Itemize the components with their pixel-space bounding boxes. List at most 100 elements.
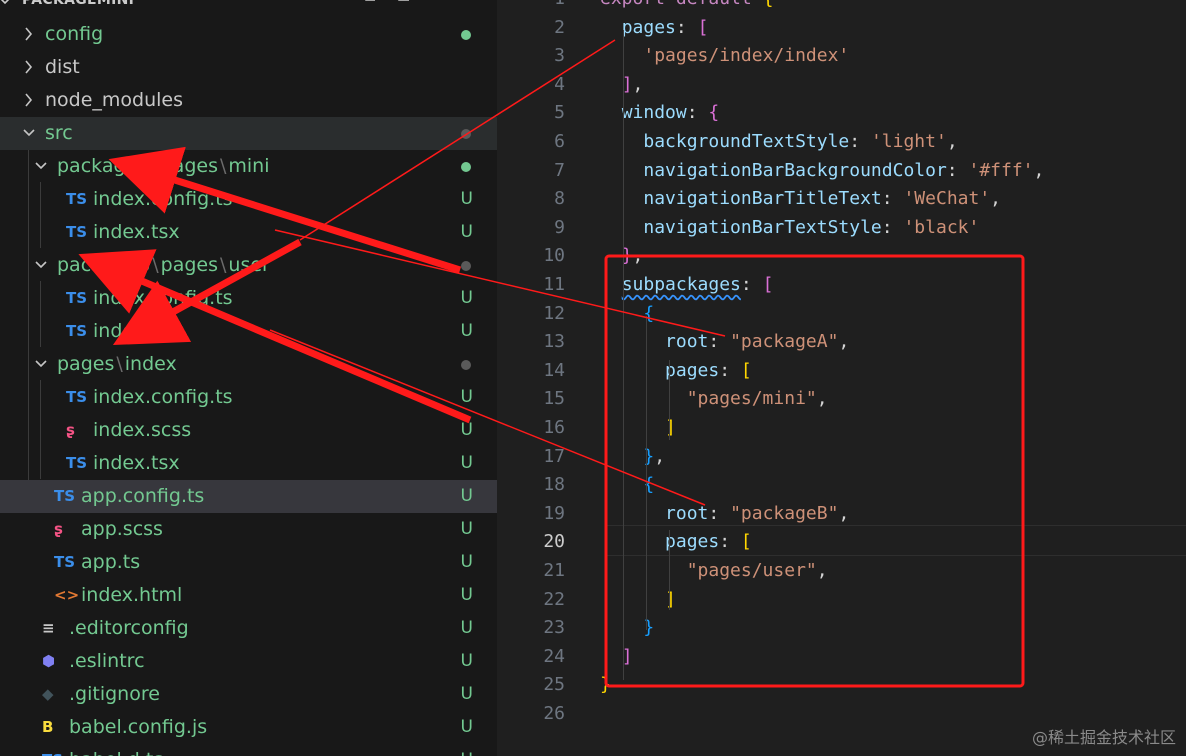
- typescript-icon: TS: [66, 223, 88, 241]
- tree-folder[interactable]: dist: [0, 51, 497, 84]
- code-token: :: [881, 216, 904, 238]
- tree-folder[interactable]: packageA \ pages \ mini: [0, 150, 497, 183]
- tree-item-label: index.config.ts: [93, 386, 233, 408]
- git-status-badge: U: [460, 519, 473, 539]
- code-line[interactable]: navigationBarTitleText: 'WeChat',: [600, 188, 1001, 209]
- code-token: ,: [1033, 159, 1045, 181]
- line-number: 18: [543, 474, 565, 496]
- code-line[interactable]: "pages/user",: [600, 560, 828, 581]
- refresh-icon[interactable]: [431, 0, 453, 2]
- tree-file[interactable]: TS babel.d.ts U: [0, 744, 497, 756]
- code-line[interactable]: root: "packageB",: [600, 503, 849, 524]
- tree-file[interactable]: ʂ index.scss U: [0, 414, 497, 447]
- code-line[interactable]: window: {: [600, 102, 720, 123]
- tree-file[interactable]: TS index.tsx U: [0, 315, 497, 348]
- code-line[interactable]: },: [600, 446, 665, 467]
- code-line[interactable]: ]: [600, 646, 633, 667]
- git-status-badge: U: [460, 618, 473, 638]
- line-number: 6: [554, 131, 565, 152]
- chevron-down-icon[interactable]: [0, 0, 12, 16]
- tree-file[interactable]: ≡ .editorconfig U: [0, 612, 497, 645]
- line-number: 19: [543, 502, 565, 524]
- tree-file[interactable]: ʂ app.scss U: [0, 513, 497, 546]
- tree-file[interactable]: TS index.config.ts U: [0, 282, 497, 315]
- tree-folder[interactable]: node_modules: [0, 84, 497, 117]
- code-token: {: [643, 474, 655, 496]
- tree-item-label: dist: [45, 56, 80, 78]
- code-line[interactable]: root: "packageA",: [600, 331, 849, 352]
- code-line[interactable]: ]: [600, 589, 676, 610]
- code-line[interactable]: },: [600, 245, 644, 267]
- tree-folder[interactable]: packageB \ pages \ user: [0, 249, 497, 282]
- code-token: subpackages: [621, 274, 741, 295]
- line-number: 2: [554, 16, 565, 38]
- typescript-icon: TS: [66, 454, 88, 472]
- tree-file[interactable]: ⬢ .eslintrc U: [0, 645, 497, 678]
- path-segment: pages: [57, 353, 115, 375]
- tree-file[interactable]: TS index.tsx U: [0, 216, 497, 249]
- tree-item-label: index.config.ts: [93, 188, 233, 210]
- code-token: ,: [838, 502, 850, 524]
- path-segment: packageB: [57, 254, 151, 276]
- tree-item-label: app.ts: [81, 551, 141, 573]
- typescript-icon: TS: [54, 553, 76, 571]
- tree-folder[interactable]: src: [0, 117, 497, 150]
- git-status-badge: U: [460, 288, 473, 308]
- collapse-icon[interactable]: [465, 0, 487, 2]
- code-line[interactable]: subpackages: [: [600, 274, 774, 295]
- tree-file[interactable]: TS index.config.ts U: [0, 381, 497, 414]
- new-file-icon[interactable]: [363, 0, 385, 2]
- line-number: 5: [554, 102, 565, 124]
- code-line[interactable]: backgroundTextStyle: 'light',: [600, 131, 957, 152]
- code-token: [: [740, 531, 752, 553]
- tree-item-label: .eslintrc: [69, 650, 145, 672]
- code-token: :: [675, 16, 698, 38]
- tree-file[interactable]: TS index.tsx U: [0, 447, 497, 480]
- tree-file[interactable]: ◆ .gitignore U: [0, 678, 497, 711]
- code-line[interactable]: ],: [600, 74, 644, 95]
- indent-guide: [669, 530, 670, 610]
- code-line[interactable]: ]: [600, 417, 676, 438]
- code-token: ,: [654, 445, 666, 467]
- code-line[interactable]: }: [600, 674, 611, 695]
- tree-file[interactable]: TS app.ts U: [0, 546, 497, 579]
- tree-folder[interactable]: pages \ index: [0, 348, 497, 381]
- code-line[interactable]: pages: [: [600, 16, 709, 38]
- tree-folder[interactable]: config: [0, 18, 497, 51]
- html-icon: <>: [54, 586, 80, 604]
- tree-item-label: config: [45, 23, 104, 45]
- code-line[interactable]: navigationBarBackgroundColor: '#fff',: [600, 160, 1044, 181]
- code-line[interactable]: export default {: [600, 0, 773, 9]
- tree-file[interactable]: TS index.config.ts U: [0, 183, 497, 216]
- indent-guide: [40, 380, 41, 479]
- code-token: 'light': [870, 131, 947, 152]
- path-separator: \: [152, 254, 159, 276]
- git-status-badge: U: [460, 717, 473, 737]
- git-status-badge: U: [460, 189, 473, 209]
- code-line[interactable]: navigationBarTextStyle: 'black': [600, 217, 979, 238]
- code-token: root: [665, 331, 709, 353]
- line-number: 26: [543, 703, 565, 724]
- line-number: 23: [543, 617, 565, 639]
- line-number: 17: [543, 445, 565, 467]
- code-line[interactable]: 'pages/index/index': [600, 45, 849, 66]
- eslint-icon: ⬢: [42, 652, 56, 670]
- code-line[interactable]: "pages/mini",: [600, 388, 828, 409]
- code-token: ,: [632, 245, 644, 267]
- tree-file[interactable]: Bbabel.config.js U: [0, 711, 497, 744]
- new-folder-icon[interactable]: [397, 0, 419, 2]
- code-editor[interactable]: 1234567891011121314151617181920212223242…: [497, 0, 1186, 756]
- tree-file[interactable]: TS app.config.ts U: [0, 480, 497, 513]
- tree-file[interactable]: <> index.html U: [0, 579, 497, 612]
- typescript-icon: TS: [66, 289, 88, 307]
- code-token: "packageB": [730, 502, 839, 524]
- typescript-icon: TS: [66, 190, 88, 208]
